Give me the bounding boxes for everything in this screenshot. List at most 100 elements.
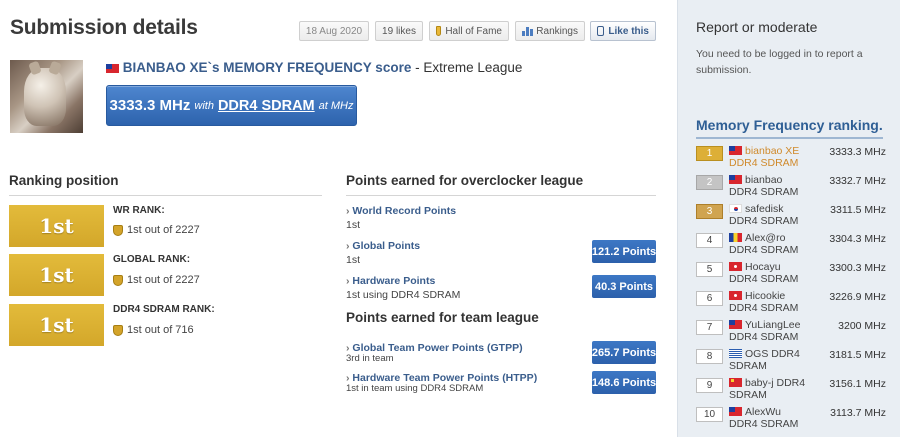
ranking-position: 9 (696, 378, 723, 393)
ranking-position: 4 (696, 233, 723, 248)
ranking-row[interactable]: 7 YuLiangLee DDR4 SDRAM 3200 MHz (696, 319, 886, 343)
ranking-row[interactable]: 6 Hicookie DDR4 SDRAM 3226.9 MHz (696, 290, 886, 314)
ranking-user-link[interactable]: Alex@ro DDR4 SDRAM (729, 232, 809, 256)
ranking-row[interactable]: 3 safedisk DDR4 SDRAM 3311.5 MHz (696, 203, 886, 227)
htpp-rank: 1st in team using DDR4 SDRAM (346, 383, 484, 394)
hardware-points-rank: 1st using DDR4 SDRAM (346, 289, 461, 301)
wr-rank-value: 1st out of 2227 (113, 224, 200, 236)
ranking-score: 3304.3 MHz (829, 233, 886, 245)
ranking-score: 3332.7 MHz (829, 175, 886, 187)
ranking-position: 10 (696, 407, 723, 422)
country-flag-icon (729, 290, 742, 300)
hardware-rank-label: DDR4 SDRAM RANK: (113, 304, 215, 315)
team-points-heading: Points earned for team league (346, 310, 539, 325)
ranking-score: 3300.3 MHz (829, 262, 886, 274)
country-flag-icon (729, 232, 742, 242)
country-flag-icon (729, 319, 742, 329)
ranking-user-link[interactable]: bianbao DDR4 SDRAM (729, 174, 809, 198)
global-rank-badge: 1st (9, 254, 104, 296)
ranking-user-link[interactable]: AlexWu DDR4 SDRAM (729, 406, 809, 430)
ranking-position: 6 (696, 291, 723, 306)
ranking-position: 7 (696, 320, 723, 335)
global-rank-value: 1st out of 2227 (113, 274, 200, 286)
trophy-icon (436, 26, 442, 36)
ranking-user-link[interactable]: baby-j DDR4 SDRAM (729, 377, 809, 401)
trophy-icon (113, 274, 123, 286)
memory-frequency-ranking-heading: Memory Frequency ranking. (696, 117, 883, 139)
submitter-link[interactable]: BIANBAO XE (123, 60, 208, 75)
sidebar: Report or moderate You need to be logged… (677, 0, 900, 437)
report-heading: Report or moderate (696, 19, 818, 35)
ranking-position-heading: Ranking position (9, 173, 322, 196)
ranking-user-link[interactable]: Hocayu DDR4 SDRAM (729, 261, 809, 285)
avatar-cat-picture (24, 68, 66, 126)
hall-of-fame-button[interactable]: Hall of Fame (429, 21, 509, 41)
league-name: - Extreme League (411, 60, 523, 75)
wr-rank-text: 1st out of 2227 (127, 224, 200, 236)
ranking-row[interactable]: 1 bianbao XE DDR4 SDRAM 3333.3 MHz (696, 145, 886, 169)
country-flag-icon (729, 203, 742, 213)
rankings-label: Rankings (536, 25, 578, 37)
like-this-button[interactable]: Like this (590, 21, 656, 41)
global-points-link[interactable]: Global Points (346, 240, 420, 252)
ranking-row[interactable]: 10 AlexWu DDR4 SDRAM 3113.7 MHz (696, 406, 886, 430)
ranking-user-link[interactable]: safedisk DDR4 SDRAM (729, 203, 809, 227)
country-flag-icon (729, 261, 742, 271)
trophy-icon (113, 224, 123, 236)
ranking-score: 3181.5 MHz (829, 349, 886, 361)
score-value: 3333.3 MHz (109, 97, 191, 114)
htpp-value: 148.6 Points (592, 371, 656, 394)
memory-type-link[interactable]: DDR4 SDRAM (218, 98, 315, 114)
date-text: 18 Aug 2020 (305, 25, 363, 37)
report-text: You need to be logged in to report a sub… (696, 48, 863, 76)
ranking-user-link[interactable]: YuLiangLee DDR4 SDRAM (729, 319, 809, 343)
taiwan-flag-icon (106, 63, 119, 73)
score-at: at MHz (318, 99, 354, 112)
hardware-rank-badge: 1st (9, 304, 104, 346)
wr-rank-badge: 1st (9, 205, 104, 247)
ranking-row[interactable]: 9 baby-j DDR4 SDRAM 3156.1 MHz (696, 377, 886, 401)
ranking-score: 3156.1 MHz (829, 378, 886, 390)
hardware-points-link[interactable]: Hardware Points (346, 275, 435, 287)
country-flag-icon (729, 377, 742, 387)
date-label: 18 Aug 2020 (299, 21, 369, 41)
user-avatar[interactable] (10, 60, 83, 133)
global-rank-label: GLOBAL RANK: (113, 254, 191, 265)
ranking-user-link[interactable]: Hicookie DDR4 SDRAM (729, 290, 809, 314)
ranking-user-link[interactable]: bianbao XE DDR4 SDRAM (729, 145, 809, 169)
global-points-rank: 1st (346, 254, 361, 266)
gtpp-value: 265.7 Points (592, 341, 656, 364)
gtpp-rank: 3rd in team (346, 353, 394, 364)
likes-button[interactable]: 19 likes (375, 21, 423, 41)
ranking-row[interactable]: 8 OGS DDR4 SDRAM 3181.5 MHz (696, 348, 886, 372)
points-heading: Points earned for overclocker league (346, 173, 656, 196)
hall-of-fame-label: Hall of Fame (445, 25, 502, 37)
ranking-row[interactable]: 5 Hocayu DDR4 SDRAM 3300.3 MHz (696, 261, 886, 285)
ranking-position: 1 (696, 146, 723, 161)
country-flag-icon (729, 145, 742, 155)
hardware-points-value: 40.3 Points (592, 275, 656, 298)
global-rank-text: 1st out of 2227 (127, 274, 200, 286)
thumbs-up-icon (597, 26, 605, 36)
submission-headline: BIANBAO XE`s MEMORY FREQUENCY score - Ex… (106, 60, 522, 75)
ranking-score: 3226.9 MHz (829, 291, 886, 303)
score-with: with (194, 99, 214, 112)
ranking-row[interactable]: 4 Alex@ro DDR4 SDRAM 3304.3 MHz (696, 232, 886, 256)
ranking-score: 3200 MHz (838, 320, 886, 332)
ranking-position: 2 (696, 175, 723, 190)
score-button[interactable]: 3333.3 MHz with DDR4 SDRAM at MHz (106, 85, 357, 126)
ranking-position: 8 (696, 349, 723, 364)
rankings-button[interactable]: Rankings (515, 21, 585, 41)
ranking-row[interactable]: 2 bianbao DDR4 SDRAM 3332.7 MHz (696, 174, 886, 198)
country-flag-icon (729, 174, 742, 184)
hardware-rank-value: 1st out of 716 (113, 324, 194, 336)
ranking-score: 3333.3 MHz (829, 146, 886, 158)
wr-rank-label: WR RANK: (113, 205, 165, 216)
world-record-points-link[interactable]: World Record Points (346, 205, 456, 217)
page-title: Submission details (10, 16, 198, 39)
world-record-points-rank: 1st (346, 219, 361, 231)
ranking-user-link[interactable]: OGS DDR4 SDRAM (729, 348, 809, 372)
likes-text: 19 likes (382, 25, 416, 37)
ranking-score: 3311.5 MHz (830, 204, 886, 216)
bar-chart-icon (522, 26, 533, 36)
